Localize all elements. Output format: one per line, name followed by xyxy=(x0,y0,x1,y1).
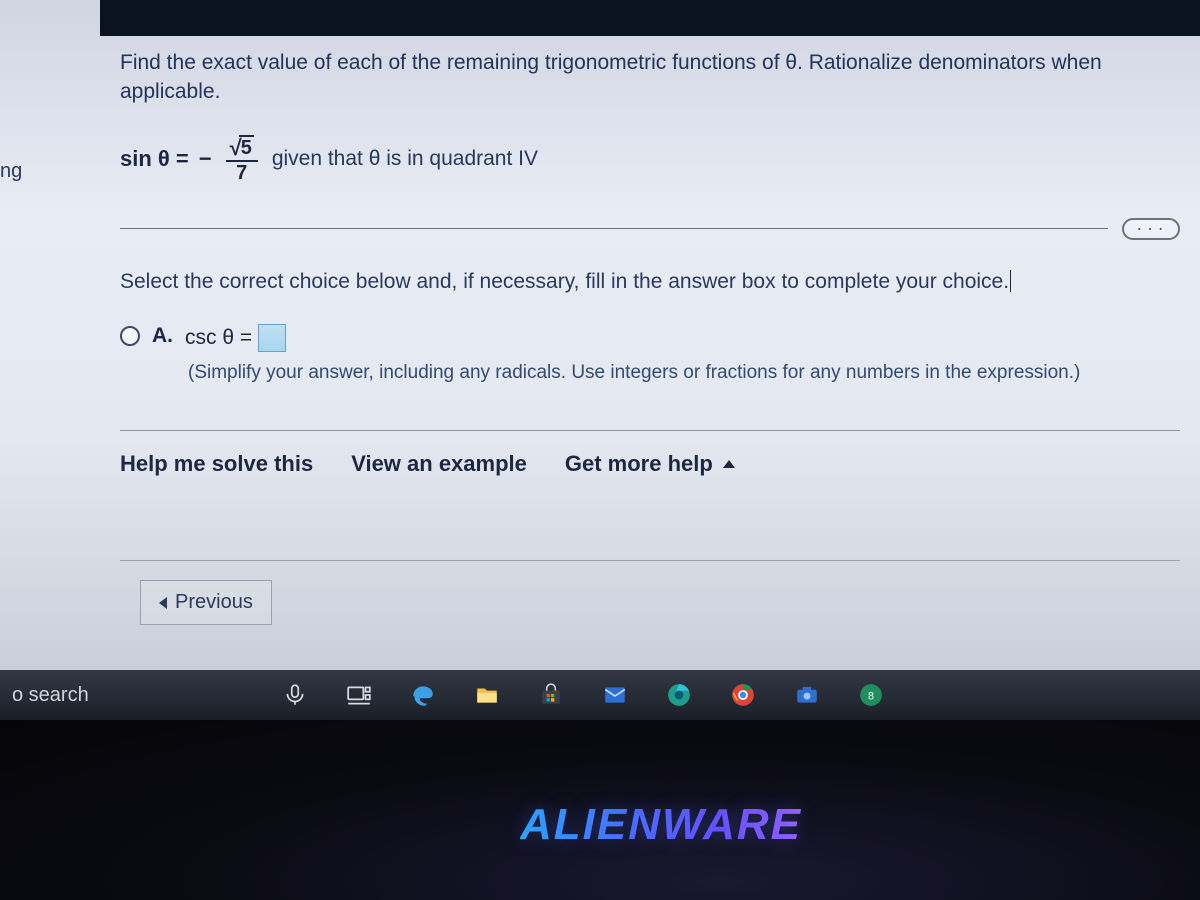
previous-label: Previous xyxy=(175,591,253,614)
choice-letter-a: A. xyxy=(152,324,173,348)
fraction-numerator: √ 5 xyxy=(226,135,258,162)
caret-up-icon xyxy=(723,460,735,468)
equation-condition: given that θ is in quadrant IV xyxy=(272,147,538,171)
lower-separator xyxy=(120,560,1180,561)
question-prompt: Find the exact value of each of the rema… xyxy=(120,48,1180,107)
help-me-solve-button[interactable]: Help me solve this xyxy=(120,451,313,477)
get-more-help-button[interactable]: Get more help xyxy=(565,451,735,477)
laptop-brand-logo: ALIENWARE xyxy=(520,800,802,850)
nav-fragment-1: ng xyxy=(0,160,22,183)
given-equation: sin θ = − √ 5 7 given that θ is in quadr… xyxy=(120,135,1180,184)
equation-lhs: sin θ = xyxy=(120,146,189,172)
chrome-icon[interactable] xyxy=(728,680,758,710)
svg-text:8: 8 xyxy=(868,690,874,702)
file-explorer-icon[interactable] xyxy=(472,680,502,710)
windows-taskbar: o search xyxy=(0,670,1200,720)
previous-button[interactable]: Previous xyxy=(140,580,272,625)
app-screen: ng to search Find the exact value of eac… xyxy=(0,0,1200,720)
task-view-icon[interactable] xyxy=(344,680,374,710)
sqrt-icon: √ 5 xyxy=(230,135,254,159)
choice-hint: (Simplify your answer, including any rad… xyxy=(188,362,1180,384)
question-panel: Find the exact value of each of the rema… xyxy=(120,48,1180,688)
answer-input[interactable] xyxy=(258,324,286,352)
text-caret-icon xyxy=(1010,270,1011,292)
camera-icon[interactable] xyxy=(792,680,822,710)
choice-row-a: A. csc θ = xyxy=(120,324,1180,352)
equation-fraction: √ 5 7 xyxy=(226,135,258,184)
edge-chromium-icon[interactable] xyxy=(664,680,694,710)
more-options-button[interactable]: ∙ ∙ ∙ xyxy=(1122,218,1180,240)
microsoft-store-icon[interactable] xyxy=(536,680,566,710)
taskbar-icons: 8 xyxy=(280,680,886,710)
left-nav: ng to search xyxy=(0,0,100,720)
fraction-denominator: 7 xyxy=(236,162,247,184)
help-toolbar: Help me solve this View an example Get m… xyxy=(120,430,1180,477)
equation-negative-sign: − xyxy=(199,146,212,172)
separator-row: ∙ ∙ ∙ xyxy=(120,218,1180,240)
taskbar-search-fragment[interactable]: o search xyxy=(0,684,250,707)
sqrt-radicand: 5 xyxy=(239,135,254,159)
choice-lhs: csc θ = xyxy=(185,326,252,350)
mail-icon[interactable] xyxy=(600,680,630,710)
app-icon[interactable]: 8 xyxy=(856,680,886,710)
separator-line xyxy=(120,228,1108,229)
view-example-button[interactable]: View an example xyxy=(351,451,527,477)
mic-icon[interactable] xyxy=(280,680,310,710)
instruction-text: Select the correct choice below and, if … xyxy=(120,270,1180,294)
triangle-left-icon xyxy=(159,597,167,609)
edge-legacy-icon[interactable] xyxy=(408,680,438,710)
choice-equation: csc θ = xyxy=(185,324,286,352)
window-titlebar xyxy=(100,0,1200,36)
radio-choice-a[interactable] xyxy=(120,326,140,346)
